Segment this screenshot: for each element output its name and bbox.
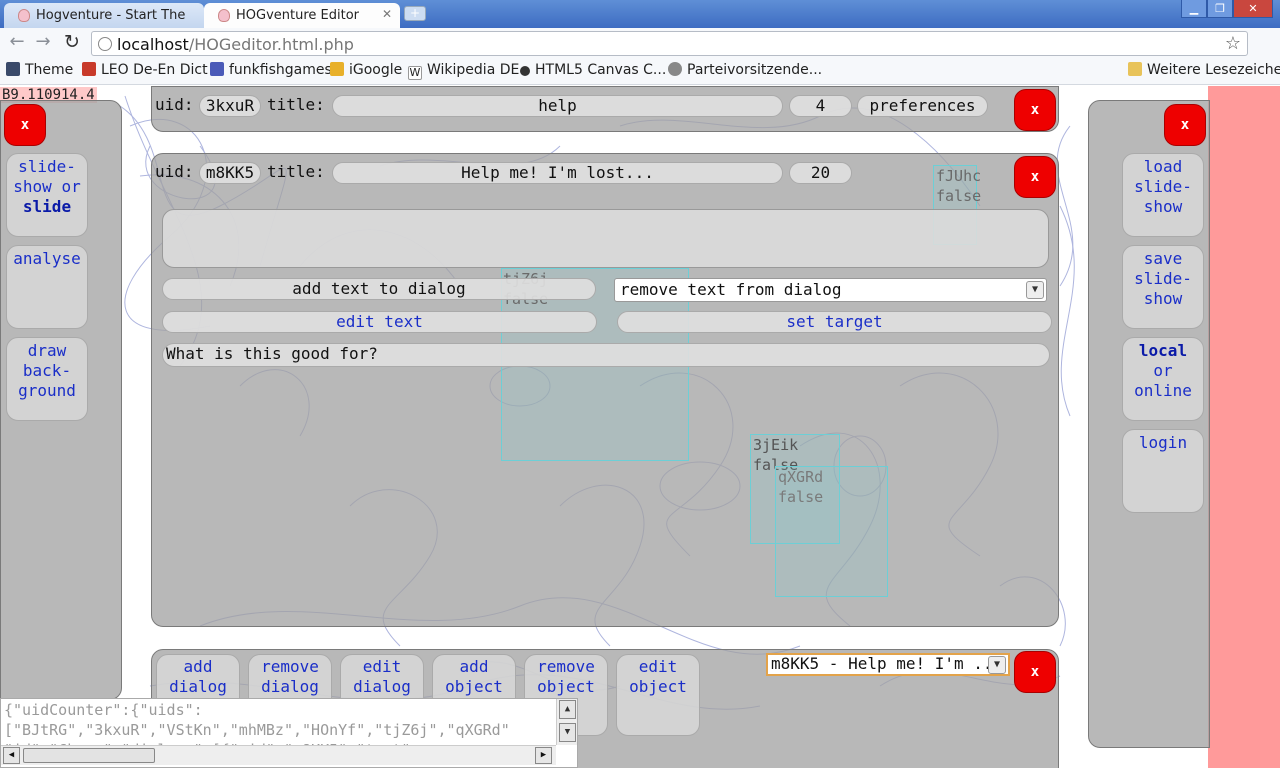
bookmark-theme[interactable]: Theme: [6, 62, 73, 78]
slide-uid-label: uid:: [155, 162, 194, 181]
slideshow-count: 4: [789, 95, 852, 117]
dialog-text-area[interactable]: [162, 209, 1049, 268]
other-bookmarks-folder[interactable]: Weitere Lesezeichen: [1128, 62, 1280, 78]
forward-arrow-icon[interactable]: →: [32, 32, 54, 54]
address-bar[interactable]: localhost/HOGeditor.html.php ☆: [91, 31, 1248, 56]
bookmark-wikipedia[interactable]: W Wikipedia DE: [408, 62, 519, 80]
pig-favicon-icon: [218, 9, 230, 22]
object-state: false: [778, 488, 824, 506]
local-mode-active: local: [1138, 341, 1188, 360]
slideshow-or-slide-toggle[interactable]: slide- show or slide: [6, 153, 88, 237]
slide-select[interactable]: m8KK5 - Help me! I'm ... ▼: [766, 653, 1010, 676]
draw-background-button[interactable]: draw back- ground: [6, 337, 88, 421]
scroll-left-icon[interactable]: ◀: [3, 747, 20, 764]
chevron-down-icon: ▼: [988, 656, 1006, 674]
object-uid: fJUhc: [936, 167, 982, 185]
page-globe-icon: [98, 37, 112, 51]
reload-icon[interactable]: ↻: [61, 32, 83, 54]
scroll-up-icon[interactable]: ▲: [559, 700, 576, 719]
add-text-to-dialog-button[interactable]: add text to dialog: [162, 278, 596, 300]
preferences-button[interactable]: preferences: [857, 95, 988, 117]
window-minimize-button[interactable]: ▁: [1181, 0, 1207, 18]
scroll-down-icon[interactable]: ▼: [559, 723, 576, 742]
slide-title-input[interactable]: Help me! I'm lost...: [332, 162, 783, 184]
object-uid: 3jEik: [753, 436, 799, 454]
new-tab-button[interactable]: +: [404, 6, 426, 21]
bookmark-igoogle[interactable]: iGoogle: [330, 62, 402, 78]
json-vertical-scrollbar[interactable]: ▲ ▼: [556, 699, 577, 745]
bookmark-html5-canvas[interactable]: HTML5 Canvas C...: [520, 62, 666, 78]
json-horizontal-scrollbar[interactable]: ◀ ▶: [1, 745, 556, 765]
object-uid: qXGRd: [778, 468, 824, 486]
bookmark-leo[interactable]: LEO De-En Dict: [82, 62, 208, 78]
slideshow-uid-value: 3kxuR: [199, 95, 261, 117]
window-close-button[interactable]: ✕: [1233, 0, 1273, 18]
tab-hogventure-editor[interactable]: HOGventure Editor ✕: [204, 3, 400, 28]
slide-mode-active: slide: [22, 197, 72, 216]
left-sidebar-close-button[interactable]: x: [4, 104, 46, 146]
slide-uid-value: m8KK5: [199, 162, 261, 184]
bookmark-funkfishgames[interactable]: funkfishgames: [210, 62, 332, 78]
bookmark-star-icon[interactable]: ☆: [1225, 33, 1241, 54]
bookmarks-bar: Theme LEO De-En Dict funkfishgames iGoog…: [0, 58, 1280, 85]
editor-page: B9.110914.4 x slide- show or slide analy…: [0, 86, 1280, 768]
scroll-thumb[interactable]: [23, 748, 155, 763]
tab-title: Hogventure - Start The: [36, 8, 186, 23]
url-path: /HOGeditor.html.php: [188, 35, 354, 54]
bottom-panel-close-button[interactable]: x: [1014, 651, 1056, 693]
scroll-right-icon[interactable]: ▶: [535, 747, 552, 764]
slide-panel-close-button[interactable]: x: [1014, 156, 1056, 198]
save-slideshow-button[interactable]: save slide- show: [1122, 245, 1204, 329]
pig-favicon-icon: [18, 9, 30, 22]
canvas-edge-strip: [1208, 86, 1280, 768]
bookmark-parteivorsitzende[interactable]: Parteivorsitzende...: [668, 62, 822, 78]
object-hotspot[interactable]: qXGRd false: [775, 466, 888, 597]
analyse-button[interactable]: analyse: [6, 245, 88, 329]
dialog-text-item[interactable]: What is this good for?: [162, 343, 1050, 367]
tab-hogventure-start[interactable]: Hogventure - Start The: [4, 3, 204, 28]
slideshow-title-label: title:: [267, 95, 325, 114]
login-button[interactable]: login: [1122, 429, 1204, 513]
right-sidebar-close-button[interactable]: x: [1164, 104, 1206, 146]
tab-close-icon[interactable]: ✕: [382, 7, 392, 21]
set-target-button[interactable]: set target: [617, 311, 1052, 333]
object-state: false: [936, 187, 982, 205]
slideshow-uid-label: uid:: [155, 95, 194, 114]
tab-title: HOGventure Editor: [236, 8, 360, 23]
edit-text-button[interactable]: edit text: [162, 311, 597, 333]
window-maximize-button[interactable]: ❐: [1207, 0, 1233, 18]
browser-toolbar: ← → ↻ localhost/HOGeditor.html.php ☆ 🔧: [0, 28, 1280, 81]
back-arrow-icon[interactable]: ←: [6, 32, 28, 54]
remove-text-from-dialog-select[interactable]: remove text from dialog ▼: [614, 278, 1047, 302]
edit-object-button[interactable]: edit object: [616, 654, 700, 736]
local-or-online-toggle[interactable]: local or online: [1122, 337, 1204, 421]
url-host: localhost/HOGeditor.html.php: [117, 35, 354, 54]
browser-tab-bar: Hogventure - Start The HOGventure Editor…: [0, 0, 1280, 28]
load-slideshow-button[interactable]: load slide- show: [1122, 153, 1204, 237]
slideshow-title-input[interactable]: help: [332, 95, 783, 117]
chevron-down-icon: ▼: [1026, 281, 1044, 299]
slide-title-label: title:: [267, 162, 325, 181]
slideshow-panel-close-button[interactable]: x: [1014, 89, 1056, 131]
slide-count: 20: [789, 162, 852, 184]
